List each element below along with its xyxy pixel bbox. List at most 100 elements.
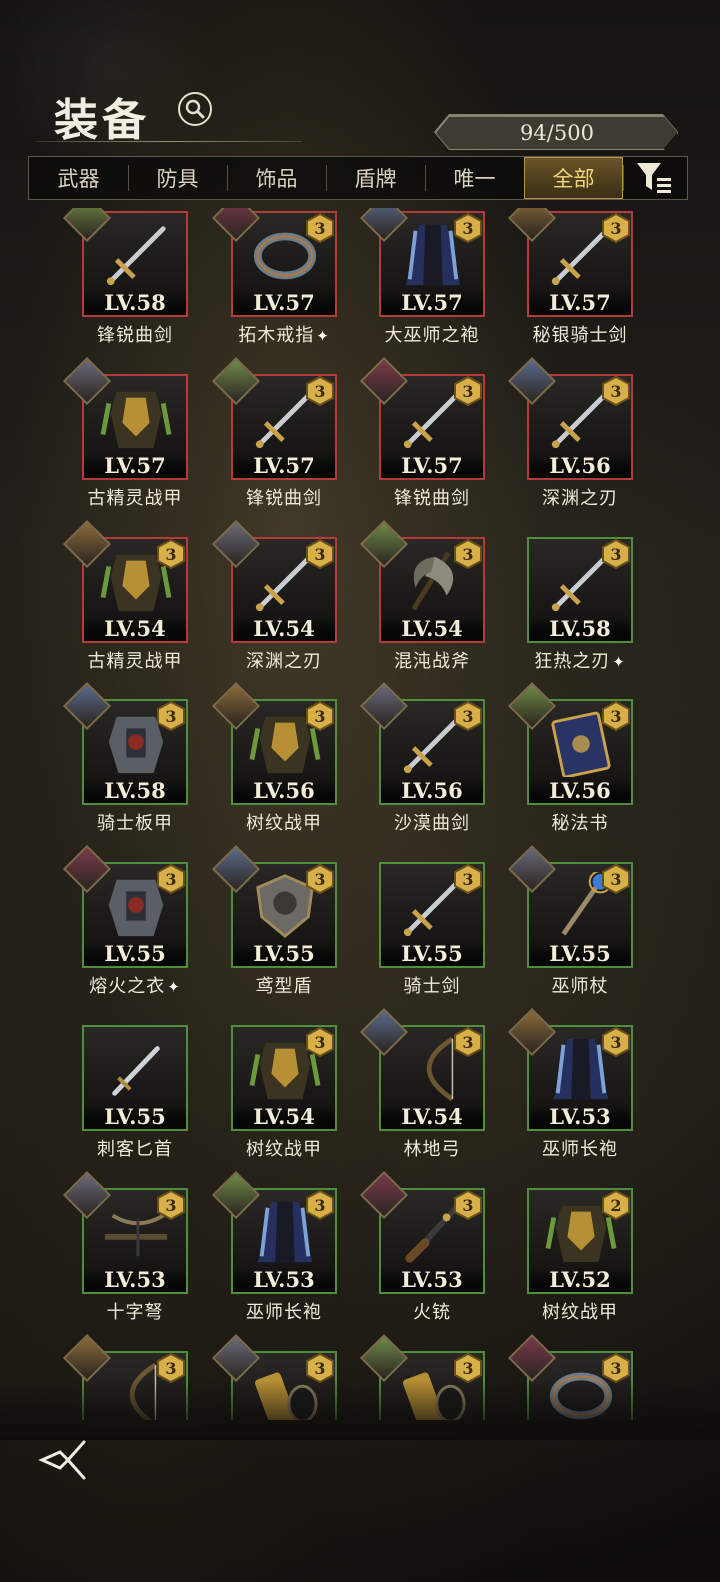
item-name: 秘银骑士剑: [500, 321, 660, 347]
item-level: LV.53: [233, 1268, 335, 1292]
tab-all[interactable]: 全部: [524, 157, 623, 199]
back-button[interactable]: [38, 1438, 94, 1482]
item-level: LV.58: [84, 779, 186, 803]
upgrade-badge: 3: [305, 539, 335, 569]
upgrade-badge: 3: [305, 213, 335, 243]
item-name: 骑士板甲: [55, 809, 215, 835]
item-name-text: 树纹战甲: [246, 813, 322, 834]
upgrade-badge: 3: [156, 539, 186, 569]
item-name-text: 古精灵战甲: [87, 488, 183, 509]
item-level: LV.54: [381, 1105, 483, 1129]
item-name-text: 混沌战斧: [394, 651, 470, 672]
item-name: 锋锐曲剑: [352, 484, 512, 510]
item-name: 深渊之刃: [204, 647, 364, 673]
item-name-text: 狂热之刃: [534, 651, 611, 672]
item-name-text: 拓木戒指: [238, 325, 315, 346]
upgrade-badge-count: 3: [314, 706, 326, 726]
item-name-text: 秘银骑士剑: [532, 325, 628, 346]
page-title: 装备: [54, 95, 150, 146]
item-name: 拓木戒指 ✦: [204, 321, 364, 347]
upgrade-badge: 3: [305, 1190, 335, 1220]
upgrade-badge: 3: [453, 701, 483, 731]
equipment-card[interactable]: LV.55: [82, 1025, 188, 1131]
item-name: 巫师杖: [500, 972, 660, 998]
upgrade-badge-count: 3: [610, 706, 622, 726]
upgrade-badge-count: 3: [462, 381, 474, 401]
item-name-text: 十字弩: [106, 1302, 164, 1323]
item-name: 古精灵战甲: [55, 484, 215, 510]
item-name-text: 锋锐曲剑: [246, 488, 322, 509]
sword-icon: [106, 226, 166, 286]
upgrade-badge-count: 3: [462, 869, 474, 889]
item-name: 狂热之刃 ✦: [500, 647, 660, 673]
upgrade-badge-count: 3: [165, 869, 177, 889]
item-level: LV.56: [381, 779, 483, 803]
search-button[interactable]: [178, 92, 212, 126]
tab-unique[interactable]: 唯一: [425, 157, 524, 199]
item-name: 古精灵战甲: [55, 647, 215, 673]
item-level: LV.54: [84, 617, 186, 641]
item-name-text: 锋锐曲剑: [394, 488, 470, 509]
upgrade-badge-count: 3: [610, 1358, 622, 1378]
upgrade-badge-count: 3: [610, 544, 622, 564]
search-icon: [185, 99, 205, 119]
upgrade-badge-count: 3: [462, 218, 474, 238]
upgrade-badge-count: 3: [610, 1032, 622, 1052]
item-name: 火铳: [352, 1298, 512, 1324]
upgrade-badge: 3: [601, 1027, 631, 1057]
upgrade-badge: 3: [601, 376, 631, 406]
upgrade-badge: 3: [601, 1353, 631, 1383]
upgrade-badge-count: 2: [610, 1195, 622, 1215]
item-name-text: 火铳: [413, 1302, 451, 1323]
upgrade-badge-count: 3: [165, 1358, 177, 1378]
item-name-text: 巫师长袍: [542, 1139, 618, 1160]
upgrade-badge-count: 3: [165, 544, 177, 564]
upgrade-badge: 3: [601, 701, 631, 731]
upgrade-badge-count: 3: [610, 218, 622, 238]
upgrade-badge: 3: [156, 1190, 186, 1220]
item-level: LV.52: [529, 1268, 631, 1292]
item-level: LV.53: [84, 1268, 186, 1292]
inventory-capacity: 94/500: [436, 116, 678, 150]
tab-accessories[interactable]: 饰品: [227, 157, 326, 199]
upgrade-badge: 3: [305, 1027, 335, 1057]
item-level: LV.56: [529, 454, 631, 478]
item-name-text: 刺客匕首: [97, 1139, 173, 1160]
item-name-text: 林地弓: [403, 1139, 461, 1160]
sparkle-icon: ✦: [612, 653, 626, 671]
upgrade-badge: 3: [305, 376, 335, 406]
item-name: 树纹战甲: [204, 1135, 364, 1161]
item-name-text: 古精灵战甲: [87, 651, 183, 672]
item-name-text: 深渊之刃: [246, 651, 322, 672]
item-level: LV.57: [529, 291, 631, 315]
title-divider: [36, 141, 302, 142]
item-name: 大巫师之袍: [352, 321, 512, 347]
item-level: LV.55: [529, 942, 631, 966]
item-level: LV.55: [233, 942, 335, 966]
item-name-text: 大巫师之袍: [384, 325, 480, 346]
item-level: LV.54: [233, 1105, 335, 1129]
item-name-text: 秘法书: [551, 813, 609, 834]
item-name: 巫师长袍: [500, 1135, 660, 1161]
tab-weapons[interactable]: 武器: [29, 157, 128, 199]
filter-button[interactable]: [623, 157, 687, 199]
filter-icon: [637, 163, 671, 193]
item-name: 鸢型盾: [204, 972, 364, 998]
upgrade-badge: 3: [453, 1027, 483, 1057]
tab-shields[interactable]: 盾牌: [326, 157, 425, 199]
upgrade-badge-count: 3: [610, 869, 622, 889]
item-name: 混沌战斧: [352, 647, 512, 673]
item-name: 深渊之刃: [500, 484, 660, 510]
armor-icon: [100, 391, 172, 449]
upgrade-badge-count: 3: [314, 1195, 326, 1215]
upgrade-badge-count: 3: [314, 381, 326, 401]
upgrade-badge: 3: [156, 864, 186, 894]
upgrade-badge: 3: [601, 539, 631, 569]
back-icon: [38, 1440, 86, 1480]
item-name: 树纹战甲: [500, 1298, 660, 1324]
item-level: LV.53: [381, 1268, 483, 1292]
upgrade-badge: 3: [453, 864, 483, 894]
upgrade-badge-count: 3: [314, 1032, 326, 1052]
tab-armor[interactable]: 防具: [128, 157, 227, 199]
item-name-text: 骑士剑: [403, 976, 461, 997]
